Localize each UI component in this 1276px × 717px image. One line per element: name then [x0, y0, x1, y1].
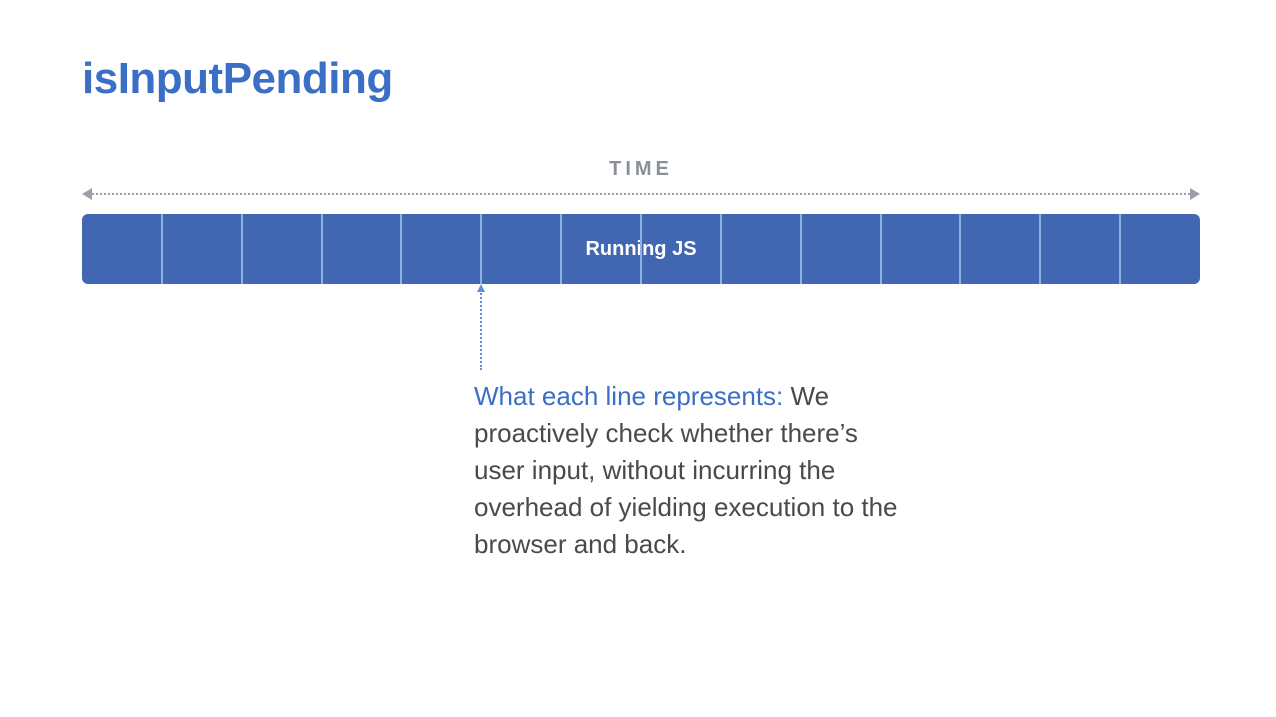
slide: isInputPending TIME Running JS What each… — [0, 0, 1276, 717]
segment-divider — [400, 214, 402, 284]
arrow-left-icon — [82, 188, 92, 200]
page-title: isInputPending — [82, 54, 393, 104]
segment-divider — [161, 214, 163, 284]
segment-divider — [560, 214, 562, 284]
timeline-bar: Running JS — [82, 214, 1200, 284]
axis-label: TIME — [82, 158, 1200, 181]
segment-divider — [880, 214, 882, 284]
segment-divider — [1119, 214, 1121, 284]
segment-divider — [800, 214, 802, 284]
callout-text: What each line represents: We proactivel… — [474, 378, 914, 563]
segment-divider — [720, 214, 722, 284]
segment-divider — [480, 214, 482, 284]
segment-divider — [1039, 214, 1041, 284]
arrow-right-icon — [1190, 188, 1200, 200]
callout-pointer — [480, 286, 482, 370]
segment-divider — [321, 214, 323, 284]
segment-divider — [241, 214, 243, 284]
axis-line — [92, 193, 1190, 195]
callout-heading: What each line represents: — [474, 381, 783, 411]
segment-divider — [640, 214, 642, 284]
segment-divider — [959, 214, 961, 284]
time-axis — [82, 188, 1200, 200]
